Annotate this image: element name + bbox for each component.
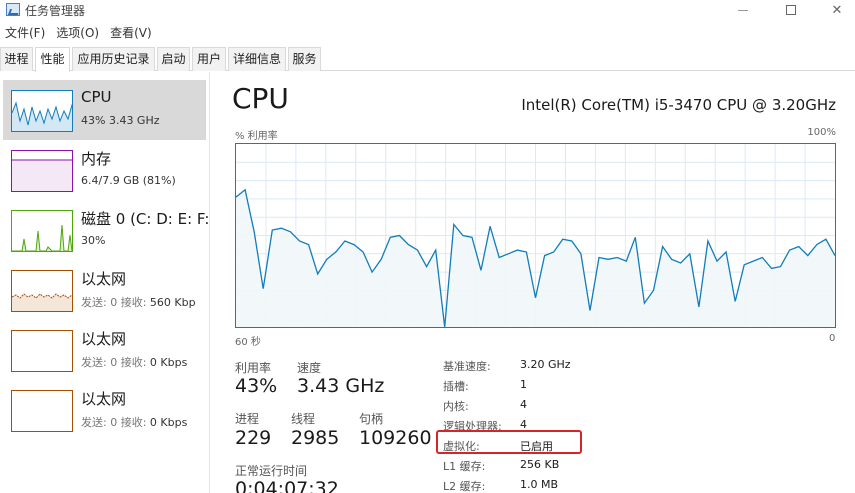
tab-services[interactable]: 服务 (288, 47, 321, 71)
task-manager-icon (6, 3, 20, 16)
send-receive-label: 发送: 0 接收: (81, 296, 150, 309)
close-button[interactable]: ✕ (814, 0, 855, 20)
resource-list: CPU 43% 3.43 GHz 内存 6.4/7.9 GB (81%) 磁盘 … (0, 72, 210, 493)
x-left-label: 60 秒 (235, 337, 261, 348)
processes-label: 进程 (235, 412, 260, 426)
utilization-label: 利用率 (235, 361, 272, 375)
spec-label: 插槽: (443, 380, 469, 393)
tab-users[interactable]: 用户 (192, 47, 226, 71)
tab-bar: 进程 性能 应用历史记录 启动 用户 详细信息 服务 (0, 47, 855, 72)
cpu-graph-svg (235, 144, 836, 328)
menu-view[interactable]: 查看(V) (105, 23, 158, 43)
x-right-label: 0 (829, 333, 836, 344)
window-title: 任务管理器 (25, 4, 86, 18)
resource-ethernet-3[interactable]: 以太网 发送: 0 接收: 0 Kbps (3, 380, 206, 440)
minimize-button[interactable] (720, 0, 766, 20)
resource-subtitle: 发送: 0 接收: 0 Kbps (81, 414, 187, 430)
uptime-value: 0:04:07:32 (235, 478, 339, 493)
speed-label: 速度 (297, 361, 322, 375)
tab-app-history[interactable]: 应用历史记录 (72, 47, 155, 71)
menu-bar: 文件(F) 选项(O) 查看(V) (0, 23, 158, 43)
spec-label: L2 缓存: (443, 480, 486, 493)
y-max-label: 100% (807, 127, 836, 138)
resource-subtitle: 30% (81, 234, 106, 247)
spec-value: 4 (520, 398, 527, 411)
spec-value: 1.0 MB (520, 478, 559, 491)
tab-processes[interactable]: 进程 (0, 47, 33, 71)
page-title: CPU (232, 82, 289, 115)
menu-options[interactable]: 选项(O) (51, 23, 105, 43)
cpu-utilization-graph (235, 143, 836, 328)
spec-label: L1 缓存: (443, 460, 486, 473)
send-receive-label: 发送: 0 接收: (81, 356, 150, 369)
threads-value: 2985 (291, 427, 340, 449)
resource-title: 磁盘 0 (C: D: E: F: (81, 210, 210, 228)
resource-title: CPU (81, 88, 112, 106)
spec-label: 内核: (443, 400, 469, 413)
spec-value: 1 (520, 378, 527, 391)
tab-performance[interactable]: 性能 (35, 47, 70, 72)
resource-title: 内存 (81, 150, 112, 168)
resource-disk[interactable]: 磁盘 0 (C: D: E: F: 30% (3, 200, 210, 260)
ethernet-thumbnail-graph (11, 270, 73, 312)
memory-thumbnail-graph (11, 150, 73, 192)
resource-ethernet-2[interactable]: 以太网 发送: 0 接收: 0 Kbps (3, 320, 206, 380)
close-icon: ✕ (831, 2, 843, 18)
spec-value: 3.20 GHz (520, 358, 571, 371)
receive-value: 560 Kbp (149, 296, 196, 309)
cpu-thumbnail-graph (11, 90, 73, 132)
spec-label: 基准速度: (443, 360, 491, 373)
tab-startup[interactable]: 启动 (157, 47, 190, 71)
receive-value: 0 Kbps (149, 416, 188, 429)
processes-value: 229 (235, 427, 272, 449)
resource-title: 以太网 (81, 270, 127, 288)
ethernet-thumbnail-graph (11, 390, 73, 432)
resource-subtitle: 43% 3.43 GHz (81, 114, 160, 127)
y-axis-label: % 利用率 (235, 131, 278, 142)
ethernet-thumbnail-graph (11, 330, 73, 372)
resource-subtitle: 发送: 0 接收: 0 Kbps (81, 354, 187, 370)
minimize-icon (738, 9, 748, 11)
resource-title: 以太网 (81, 330, 127, 348)
cpu-model-name: Intel(R) Core(TM) i5-3470 CPU @ 3.20GHz (521, 96, 836, 114)
utilization-value: 43% (235, 375, 278, 397)
resource-ethernet-1[interactable]: 以太网 发送: 0 接收: 560 Kbp (3, 260, 206, 320)
title-bar: 任务管理器 ✕ (0, 0, 855, 20)
tab-details[interactable]: 详细信息 (228, 47, 286, 71)
resource-cpu[interactable]: CPU 43% 3.43 GHz (3, 80, 206, 140)
threads-label: 线程 (291, 412, 316, 426)
uptime-label: 正常运行时间 (235, 464, 308, 478)
speed-value: 3.43 GHz (297, 375, 385, 397)
receive-value: 0 Kbps (149, 356, 188, 369)
send-receive-label: 发送: 0 接收: (81, 416, 150, 429)
spec-value: 256 KB (520, 458, 560, 471)
resource-title: 以太网 (81, 390, 127, 408)
resource-memory[interactable]: 内存 6.4/7.9 GB (81%) (3, 140, 206, 200)
menu-file[interactable]: 文件(F) (0, 23, 51, 43)
handles-label: 句柄 (359, 412, 384, 426)
maximize-button[interactable] (768, 0, 814, 20)
virtualization-highlight (436, 430, 582, 454)
disk-thumbnail-graph (11, 210, 73, 252)
handles-value: 109260 (359, 427, 432, 449)
resource-subtitle: 发送: 0 接收: 560 Kbp (81, 294, 196, 310)
maximize-icon (786, 5, 796, 15)
resource-subtitle: 6.4/7.9 GB (81%) (81, 174, 176, 187)
